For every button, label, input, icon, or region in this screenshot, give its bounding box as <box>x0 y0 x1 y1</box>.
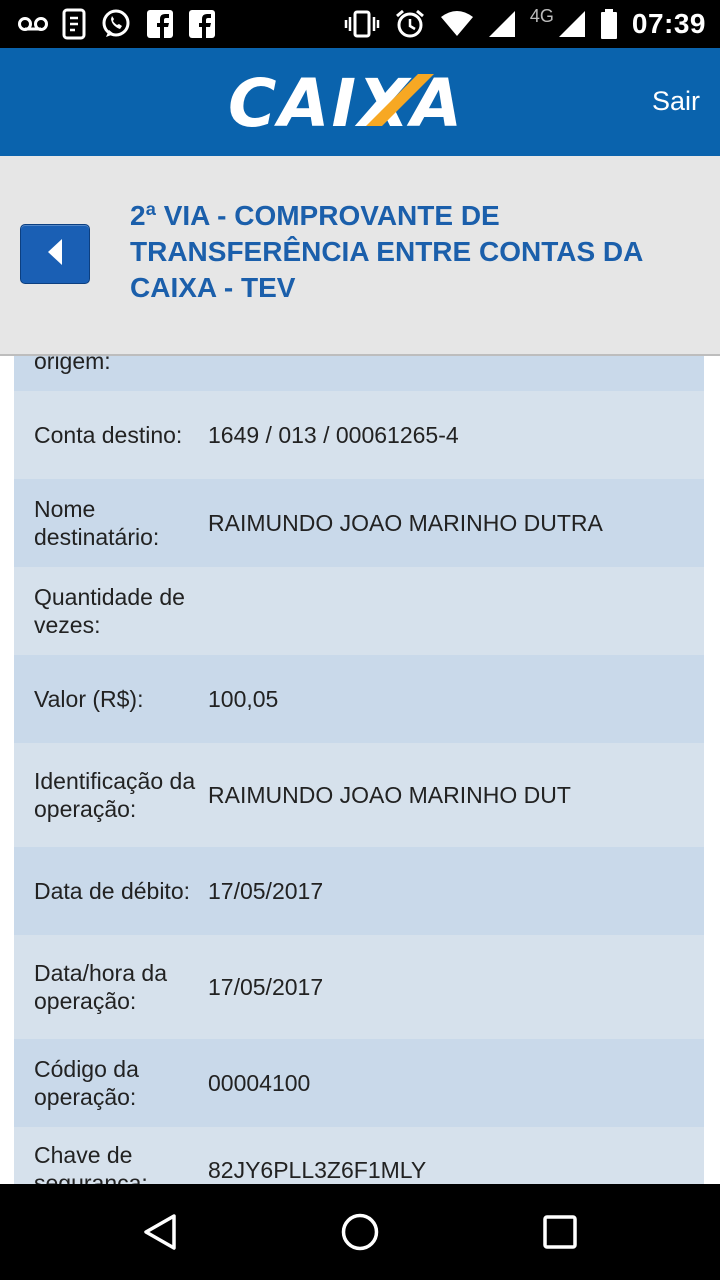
table-row: Data/hora da operação: 17/05/2017 <box>14 935 704 1039</box>
recents-nav-button[interactable] <box>542 1212 578 1257</box>
app-header: CAIXA Sair <box>0 48 720 156</box>
screenshot-icon <box>62 8 86 40</box>
signal-icon <box>558 10 586 38</box>
page-title: 2ª VIA - COMPROVANTE DE TRANSFERÊNCIA EN… <box>130 200 643 303</box>
caixa-logo: CAIXA <box>228 65 492 142</box>
facebook-icon <box>146 9 174 39</box>
row-label: Data/hora da operação: <box>34 960 167 1014</box>
vibrate-icon <box>344 10 380 38</box>
table-row: Data de débito: 17/05/2017 <box>14 847 704 935</box>
row-value: 17/05/2017 <box>208 878 324 904</box>
row-value: 00004100 <box>208 1070 311 1096</box>
row-value: 17/05/2017 <box>208 974 324 1000</box>
table-row: Chave de segurança: 82JY6PLL3Z6F1MLY <box>14 1127 704 1184</box>
table-row: origem: <box>14 356 704 391</box>
notification-icons <box>18 6 216 42</box>
exit-link[interactable]: Sair <box>652 86 700 117</box>
table-row: Identificação da operação: RAIMUNDO JOAO… <box>14 743 704 847</box>
table-row: Conta destino: 1649 / 013 / 00061265-4 <box>14 391 704 479</box>
row-label: Data de débito: <box>34 878 191 904</box>
facebook-icon <box>188 9 216 39</box>
row-label: Código da operação: <box>34 1056 139 1110</box>
row-value: RAIMUNDO JOAO MARINHO DUTRA <box>208 510 603 536</box>
voicemail-icon <box>18 16 48 32</box>
row-value: 1649 / 013 / 00061265-4 <box>208 422 459 448</box>
row-label: Identificação da operação: <box>34 768 196 822</box>
home-nav-button[interactable] <box>340 1212 380 1257</box>
row-label: Conta destino: <box>34 422 183 448</box>
row-label: origem: <box>34 356 111 374</box>
receipt-content: origem: Conta destino: 1649 / 013 / 0006… <box>0 356 720 1184</box>
row-value: 100,05 <box>208 686 279 712</box>
whatsapp-icon <box>100 8 132 40</box>
clock: 07:39 <box>631 8 706 39</box>
page-title-bar: 2ª VIA - COMPROVANTE DE TRANSFERÊNCIA EN… <box>0 156 720 356</box>
table-row: Valor (R$): 100,05 <box>14 655 704 743</box>
status-bar: 4G 07:39 <box>0 0 720 48</box>
battery-icon <box>600 9 618 39</box>
navigation-bar <box>0 1184 720 1280</box>
row-label: Nome destinatário: <box>34 496 160 550</box>
signal-icon <box>488 10 516 38</box>
network-type: 4G <box>529 5 554 26</box>
table-row: Nome destinatário: RAIMUNDO JOAO MARINHO… <box>14 479 704 567</box>
table-row: Código da operação: 00004100 <box>14 1039 704 1127</box>
system-icons: 4G 07:39 <box>344 6 706 42</box>
row-value: 82JY6PLL3Z6F1MLY <box>208 1157 427 1183</box>
row-label: Chave de segurança: <box>34 1142 148 1184</box>
wifi-icon <box>440 11 474 37</box>
row-value: RAIMUNDO JOAO MARINHO DUT <box>208 782 571 808</box>
row-label: Valor (R$): <box>34 686 144 712</box>
row-label: Quantidade de vezes: <box>34 584 185 638</box>
table-row: Quantidade de vezes: <box>14 567 704 655</box>
receipt-table: origem: Conta destino: 1649 / 013 / 0006… <box>14 356 704 1184</box>
back-nav-button[interactable] <box>140 1212 180 1257</box>
alarm-icon <box>394 8 426 40</box>
back-arrow-icon <box>44 237 66 272</box>
back-button[interactable] <box>20 224 90 284</box>
